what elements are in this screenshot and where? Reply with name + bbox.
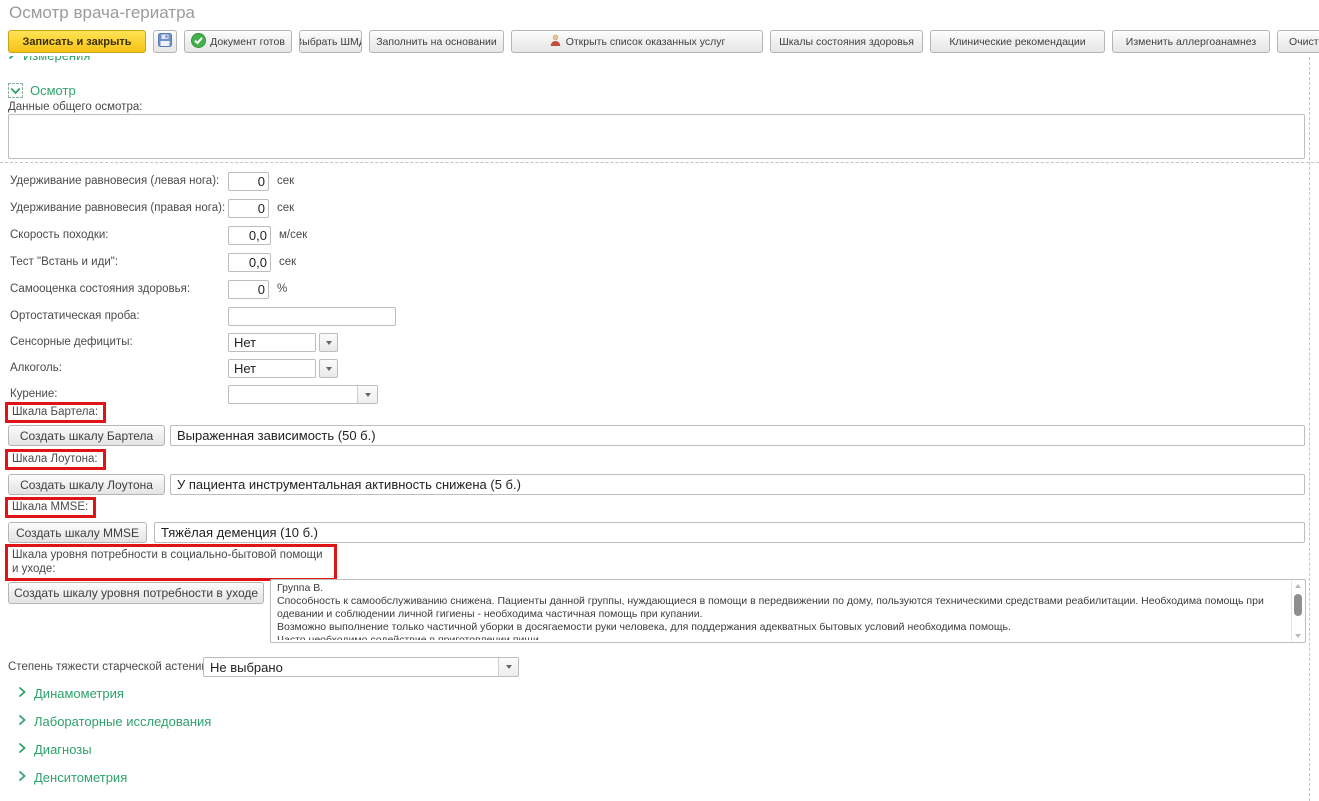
fill-from-base-button[interactable]: Заполнить на основании xyxy=(369,30,504,53)
self-assessment-input[interactable] xyxy=(228,280,269,299)
gait-speed-unit: м/сек xyxy=(279,229,307,241)
open-services-label: Открыть список оказанных услуг xyxy=(566,36,726,48)
section-exam-header[interactable]: Осмотр xyxy=(8,83,76,98)
chevron-right-icon xyxy=(18,714,26,729)
orthostatic-label: Ортостатическая проба: xyxy=(10,310,140,322)
bartel-scale-value[interactable]: Выраженная зависимость (50 б.) xyxy=(170,425,1305,446)
mmse-scale-label: Шкала MMSE: xyxy=(12,501,88,513)
green-check-circle-icon xyxy=(191,33,206,51)
create-mmse-scale-button[interactable]: Создать шкалу MMSE xyxy=(8,522,147,543)
chevron-down-icon[interactable] xyxy=(8,83,23,98)
self-assessment-label: Самооценка состояния здоровья: xyxy=(10,283,190,295)
chevron-right-icon xyxy=(8,56,16,63)
triangle-down-icon xyxy=(326,341,332,345)
section-dynamometry[interactable]: Динамометрия xyxy=(18,686,124,701)
care-scale-text: Группа В. Способность к самообслуживанию… xyxy=(277,582,1287,640)
alcohol-combo[interactable]: Нет xyxy=(228,359,316,378)
orthostatic-input[interactable] xyxy=(228,307,396,326)
mmse-scale-value[interactable]: Тяжёлая деменция (10 б.) xyxy=(154,522,1305,543)
section-exam-label: Осмотр xyxy=(30,83,76,98)
create-care-scale-button[interactable]: Создать шкалу уровня потребности в уходе xyxy=(8,582,264,604)
scrollbar-thumb[interactable] xyxy=(1294,594,1302,616)
section-densitometry[interactable]: Денситометрия xyxy=(18,770,127,785)
save-button[interactable] xyxy=(153,30,177,53)
balance-right-unit: сек xyxy=(277,202,294,214)
triangle-down-icon xyxy=(326,367,332,371)
asthenia-label: Степень тяжести старческой астении: xyxy=(8,661,211,673)
scroll-down-icon[interactable] xyxy=(1295,634,1301,638)
chevron-right-icon xyxy=(18,742,26,757)
annotation-box-mmse: Шкала MMSE: xyxy=(5,497,96,518)
balance-right-input[interactable] xyxy=(228,199,269,218)
toolbar: Записать и закрыть Документ готов Выбрат… xyxy=(8,30,1319,53)
clinical-recommendations-button[interactable]: Клинические рекомендации xyxy=(930,30,1105,53)
up-and-go-label: Тест "Встань и иди": xyxy=(10,256,118,268)
person-icon xyxy=(549,34,562,50)
document-ready-button[interactable]: Документ готов xyxy=(184,30,292,53)
asthenia-dropdown-button[interactable] xyxy=(498,658,518,676)
sensory-deficits-combo[interactable]: Нет xyxy=(228,333,316,352)
section-lab[interactable]: Лабораторные исследования xyxy=(18,714,211,729)
annotation-box-bartel: Шкала Бартела: xyxy=(5,402,106,423)
lawton-scale-value[interactable]: У пациента инструментальная активность с… xyxy=(170,474,1305,495)
chevron-right-icon xyxy=(18,770,26,785)
balance-left-input[interactable] xyxy=(228,172,269,191)
triangle-down-icon xyxy=(365,393,371,397)
smoking-dropdown-button[interactable] xyxy=(357,386,377,403)
balance-right-label: Удерживание равновесия (правая нога): xyxy=(10,202,225,214)
balance-left-label: Удерживание равновесия (левая нога): xyxy=(10,175,219,187)
alcohol-dropdown-button[interactable] xyxy=(319,359,338,378)
form-right-dashed-border xyxy=(1309,57,1310,801)
self-assessment-unit: % xyxy=(277,283,287,295)
up-and-go-input[interactable] xyxy=(228,253,271,272)
section-measurements-clipped[interactable]: Измерения xyxy=(8,56,90,66)
section-densitometry-label: Денситометрия xyxy=(34,770,127,785)
clear-button[interactable]: Очист xyxy=(1277,30,1319,53)
create-lawton-scale-button[interactable]: Создать шкалу Лоутона xyxy=(8,474,165,495)
gait-speed-label: Скорость походки: xyxy=(10,229,108,241)
smoking-combo[interactable] xyxy=(228,385,378,404)
annotation-box-care-scale: Шкала уровня потребности в социально-быт… xyxy=(5,544,337,581)
lawton-scale-label: Шкала Лоутона: xyxy=(12,453,98,465)
section-diagnoses[interactable]: Диагнозы xyxy=(18,742,92,757)
page-title: Осмотр врача-гериатра xyxy=(9,3,195,23)
floppy-icon xyxy=(158,33,172,50)
alcohol-label: Алкоголь: xyxy=(10,362,62,374)
gait-speed-input[interactable] xyxy=(228,226,271,245)
chevron-right-icon xyxy=(18,686,26,701)
document-ready-label: Документ готов xyxy=(210,36,285,48)
asthenia-combo-value: Не выбрано xyxy=(210,660,283,675)
balance-left-unit: сек xyxy=(277,175,294,187)
splitter-dashed-line[interactable] xyxy=(0,162,1319,163)
open-services-button[interactable]: Открыть список оказанных услуг xyxy=(511,30,763,53)
save-close-button[interactable]: Записать и закрыть xyxy=(8,30,146,53)
sensory-deficits-label: Сенсорные дефициты: xyxy=(10,336,133,348)
scroll-up-icon[interactable] xyxy=(1295,584,1301,588)
triangle-down-icon xyxy=(506,665,512,669)
care-scale-label: Шкала уровня потребности в социально-быт… xyxy=(12,549,323,575)
up-and-go-unit: сек xyxy=(279,256,296,268)
annotation-box-lawton: Шкала Лоутона: xyxy=(5,449,106,470)
care-scale-textarea[interactable]: Группа В. Способность к самообслуживанию… xyxy=(270,579,1306,643)
create-bartel-scale-button[interactable]: Создать шкалу Бартела xyxy=(8,425,165,446)
change-allergy-button[interactable]: Изменить аллергоанамнез xyxy=(1112,30,1270,53)
choose-shmd-button[interactable]: Выбрать ШМД xyxy=(299,30,362,53)
care-scrollbar[interactable] xyxy=(1291,581,1304,641)
section-diagnoses-label: Диагнозы xyxy=(34,742,92,757)
section-measurements-label: Измерения xyxy=(23,56,90,63)
section-dynamometry-label: Динамометрия xyxy=(34,686,124,701)
general-exam-label: Данные общего осмотра: xyxy=(8,101,142,113)
asthenia-combo[interactable]: Не выбрано xyxy=(203,657,519,677)
health-scales-button[interactable]: Шкалы состояния здоровья xyxy=(770,30,923,53)
section-lab-label: Лабораторные исследования xyxy=(34,714,211,729)
general-exam-textarea[interactable] xyxy=(8,114,1305,159)
smoking-label: Курение: xyxy=(10,388,57,400)
bartel-scale-label: Шкала Бартела: xyxy=(12,406,98,418)
sensory-deficits-dropdown-button[interactable] xyxy=(319,333,338,352)
